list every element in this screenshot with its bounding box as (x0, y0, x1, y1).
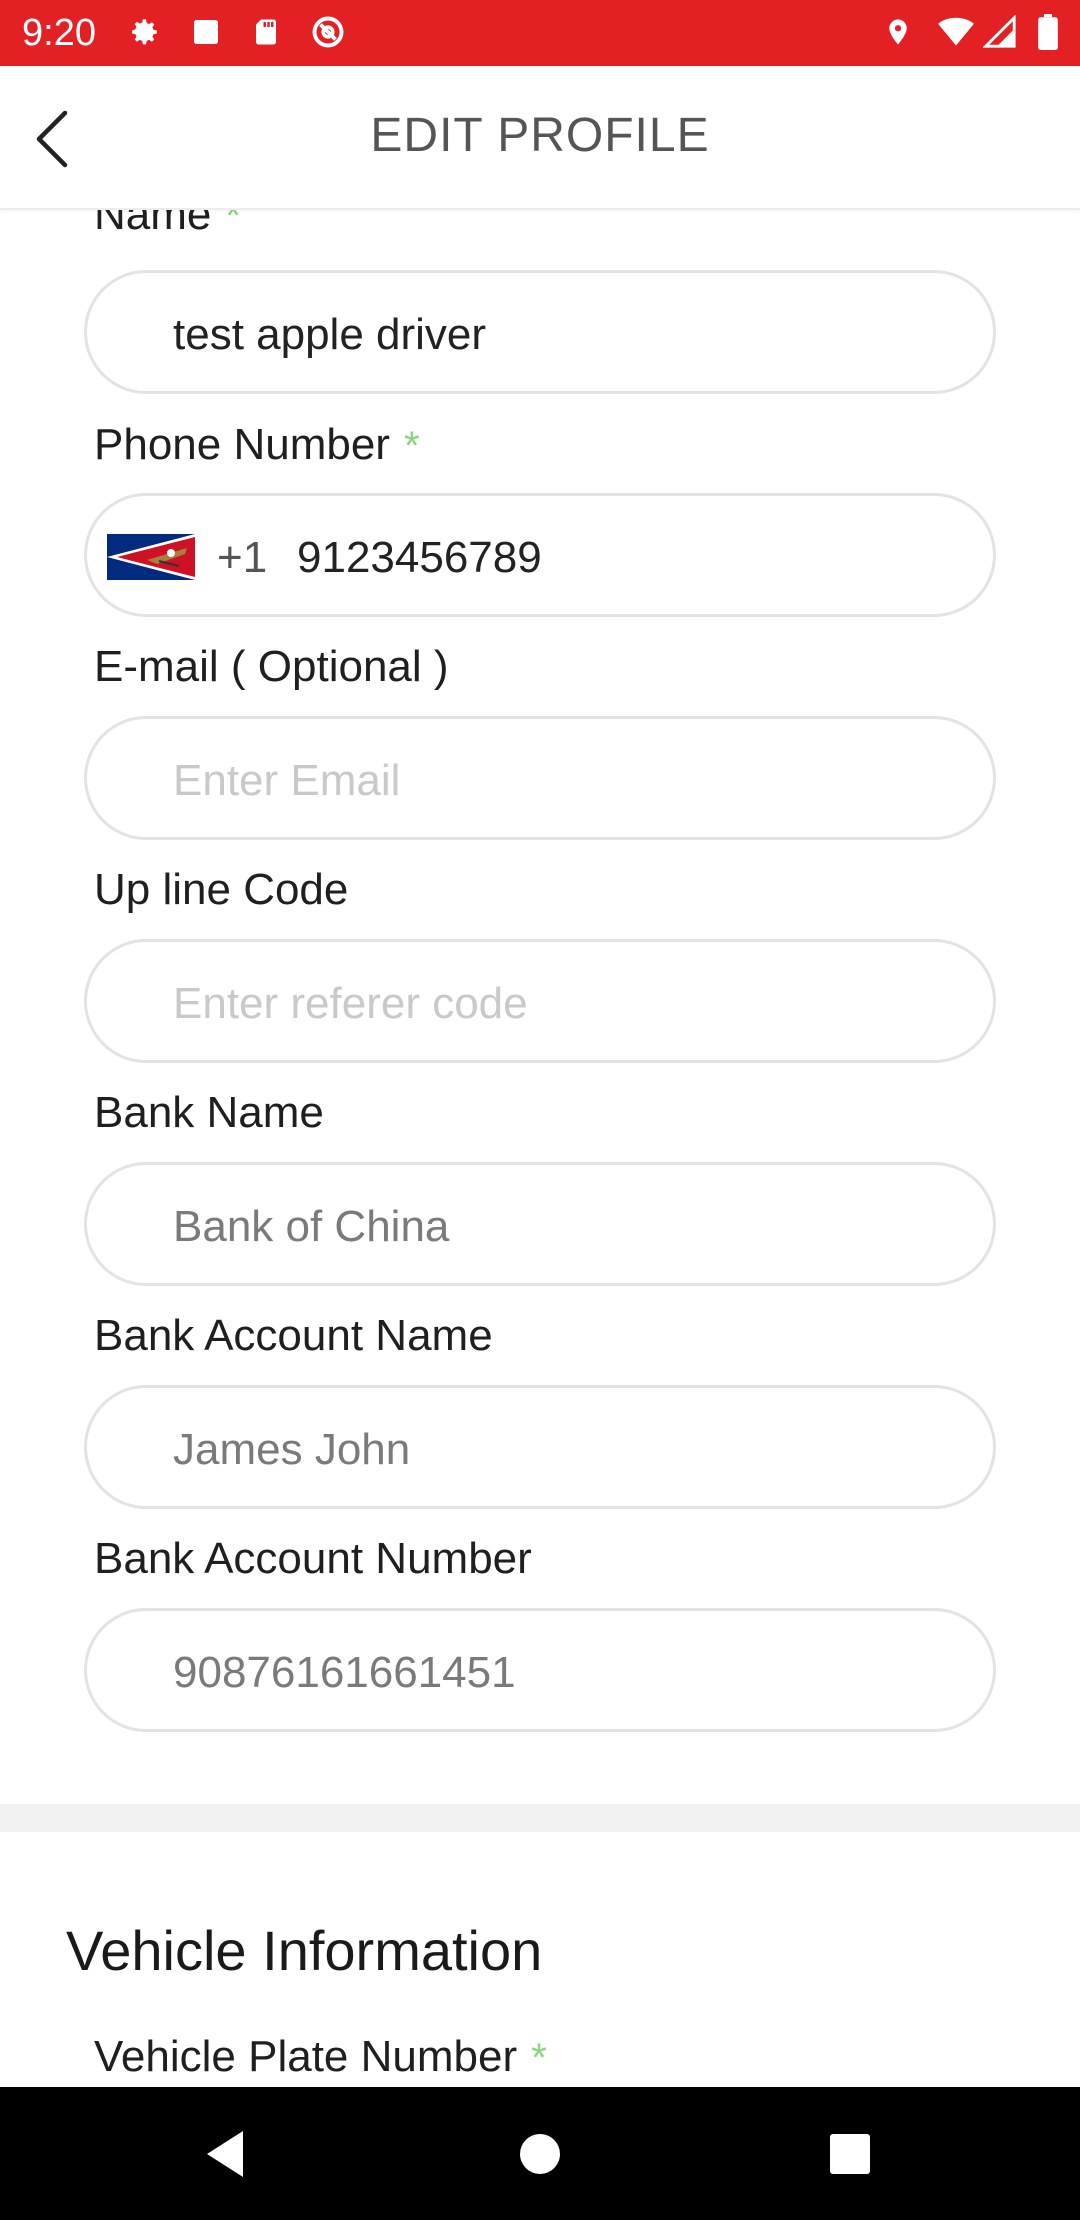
gear-icon (126, 14, 162, 50)
bank-name-field[interactable] (84, 1162, 996, 1286)
dial-code: +1 (217, 533, 268, 582)
app-header: EDIT PROFILE (0, 66, 1080, 210)
phone-input[interactable] (297, 528, 953, 588)
battery-icon (1030, 14, 1066, 50)
bank-account-number-input[interactable] (173, 1643, 953, 1703)
required-asterisk: * (531, 2036, 547, 2080)
upline-code-label: Up line Code (94, 865, 349, 914)
vehicle-section-title: Vehicle Information (66, 1919, 543, 1982)
wifi-icon (938, 14, 974, 50)
status-bar: 9:20 (0, 0, 1080, 66)
system-nav-bar (0, 2087, 1080, 2220)
section-divider (0, 1804, 1080, 1832)
required-asterisk: * (403, 424, 420, 468)
back-triangle-icon[interactable] (192, 2121, 258, 2187)
home-circle-icon[interactable] (507, 2121, 573, 2187)
location-pin-icon (880, 14, 916, 50)
vehicle-plate-label: Vehicle Plate Number * (94, 2032, 547, 2081)
bank-account-number-label: Bank Account Number (94, 1534, 532, 1583)
profile-form[interactable]: Name* Phone Number* +1 E-mail ( Optional… (0, 210, 1080, 2087)
square-icon (188, 14, 224, 50)
bank-name-label: Bank Name (94, 1088, 324, 1137)
email-label: E-mail ( Optional ) (94, 642, 449, 691)
bank-account-name-input[interactable] (173, 1420, 953, 1480)
phone-label: Phone Number * (94, 420, 420, 469)
sd-card-icon (248, 14, 284, 50)
bank-account-number-field[interactable] (84, 1608, 996, 1732)
american-samoa-flag-icon[interactable] (107, 534, 195, 580)
recents-square-icon[interactable] (817, 2121, 883, 2187)
bank-account-name-label: Bank Account Name (94, 1311, 493, 1360)
name-input[interactable] (173, 305, 953, 365)
bank-name-input[interactable] (173, 1197, 953, 1257)
page-title: EDIT PROFILE (370, 109, 710, 162)
at-sign-icon (310, 14, 346, 50)
email-field[interactable] (84, 716, 996, 840)
upline-code-field[interactable] (84, 939, 996, 1063)
name-field[interactable] (84, 270, 996, 394)
phone-field[interactable]: +1 (84, 493, 996, 617)
upline-code-input[interactable] (173, 974, 953, 1034)
bank-account-name-field[interactable] (84, 1385, 996, 1509)
status-time: 9:20 (22, 12, 96, 54)
email-input[interactable] (173, 751, 953, 811)
name-label: Name * (94, 210, 241, 243)
required-asterisk: * (225, 210, 241, 238)
cell-signal-icon (982, 14, 1018, 50)
